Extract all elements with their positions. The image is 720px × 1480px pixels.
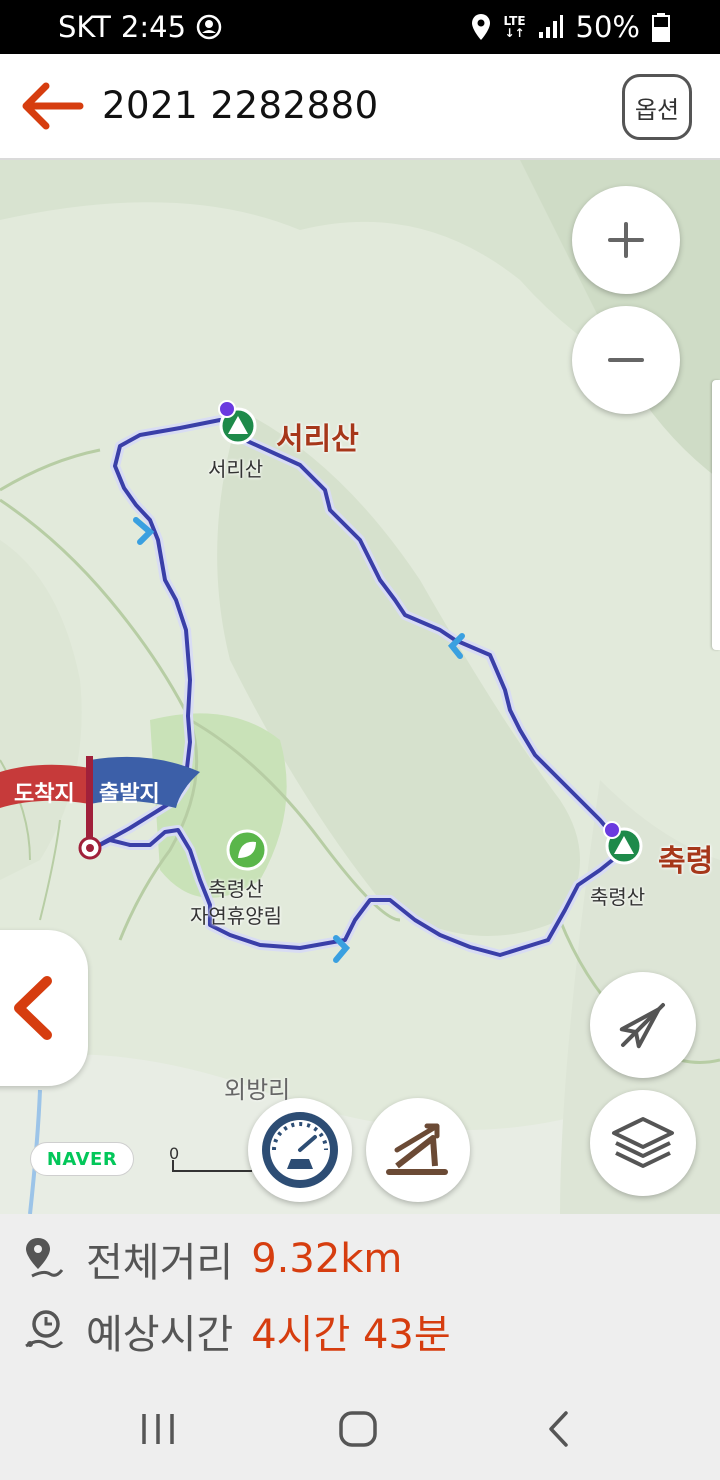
zoom-in-button[interactable] xyxy=(572,186,680,294)
back-button[interactable] xyxy=(16,76,86,136)
distance-row: 전체거리 9.32km xyxy=(24,1230,402,1288)
layers-button[interactable] xyxy=(590,1090,696,1196)
back-nav-icon[interactable] xyxy=(546,1410,572,1448)
start-flag-label: 출발지 xyxy=(99,782,160,807)
options-button[interactable]: 옵션 xyxy=(622,74,692,140)
layers-icon xyxy=(612,1117,674,1168)
elevation-button[interactable] xyxy=(366,1098,470,1202)
location-icon xyxy=(472,14,491,40)
screen: SKT 2:45 LTE ↓↑ 50% 2021 2282880 옵션 도착지 … xyxy=(0,0,720,1480)
map-view[interactable]: 도착지 출발지 서리산 서리산 축령 축령산 축령산 자연휴양림 외방리 NAV… xyxy=(0,160,720,1214)
route-info-panel: 전체거리 9.32km 예상시간 4시간 43분 xyxy=(0,1214,720,1374)
clock-text: 2:45 xyxy=(120,10,187,44)
speedometer-icon xyxy=(262,1112,338,1188)
distance-label: 전체거리 xyxy=(86,1240,234,1286)
scale-bar xyxy=(172,1160,252,1172)
time-value: 4시간 43분 xyxy=(251,1312,451,1358)
route-time-icon xyxy=(25,1310,64,1349)
network-indicator: LTE ↓↑ xyxy=(503,14,526,40)
time-label: 예상시간 xyxy=(86,1312,234,1358)
recent-apps-icon[interactable] xyxy=(140,1412,176,1446)
battery-text: 50% xyxy=(575,10,640,44)
village-label: 외방리 xyxy=(224,1076,291,1104)
peak-title-seorisan: 서리산 xyxy=(276,422,359,457)
peak-label-seorisan: 서리산 xyxy=(208,457,264,481)
map-scrollbar[interactable] xyxy=(712,380,720,650)
elevation-icon xyxy=(386,1123,448,1175)
compass-off-icon xyxy=(619,1003,665,1049)
peak-label-chukryeongsan: 축령산 xyxy=(590,885,646,909)
forest-label: 축령산 자연휴양림 xyxy=(190,877,282,928)
distance-value: 9.32km xyxy=(251,1236,403,1282)
plus-icon xyxy=(608,222,644,258)
signal-icon xyxy=(538,15,563,38)
chevron-left-icon xyxy=(14,976,52,1040)
zoom-out-button[interactable] xyxy=(572,306,680,414)
speed-button[interactable] xyxy=(248,1098,352,1202)
home-icon[interactable] xyxy=(338,1410,378,1448)
compass-button[interactable] xyxy=(590,972,696,1078)
route-distance-icon xyxy=(26,1238,64,1278)
side-panel-toggle[interactable] xyxy=(0,930,88,1086)
battery-icon xyxy=(652,13,670,42)
naver-logo: NAVER xyxy=(30,1142,134,1176)
account-icon xyxy=(196,14,222,40)
end-flag-label: 도착지 xyxy=(14,782,75,807)
system-nav-bar xyxy=(0,1374,720,1480)
carrier-text: SKT xyxy=(58,10,111,44)
peak-title-chukryeong: 축령 xyxy=(658,844,714,879)
app-header: 2021 2282880 옵션 xyxy=(0,54,720,160)
time-row: 예상시간 4시간 43분 xyxy=(24,1302,451,1360)
status-bar: SKT 2:45 LTE ↓↑ 50% xyxy=(0,0,720,54)
minus-icon xyxy=(608,358,644,362)
arrow-left-icon xyxy=(22,82,84,130)
page-title: 2021 2282880 xyxy=(102,84,379,127)
